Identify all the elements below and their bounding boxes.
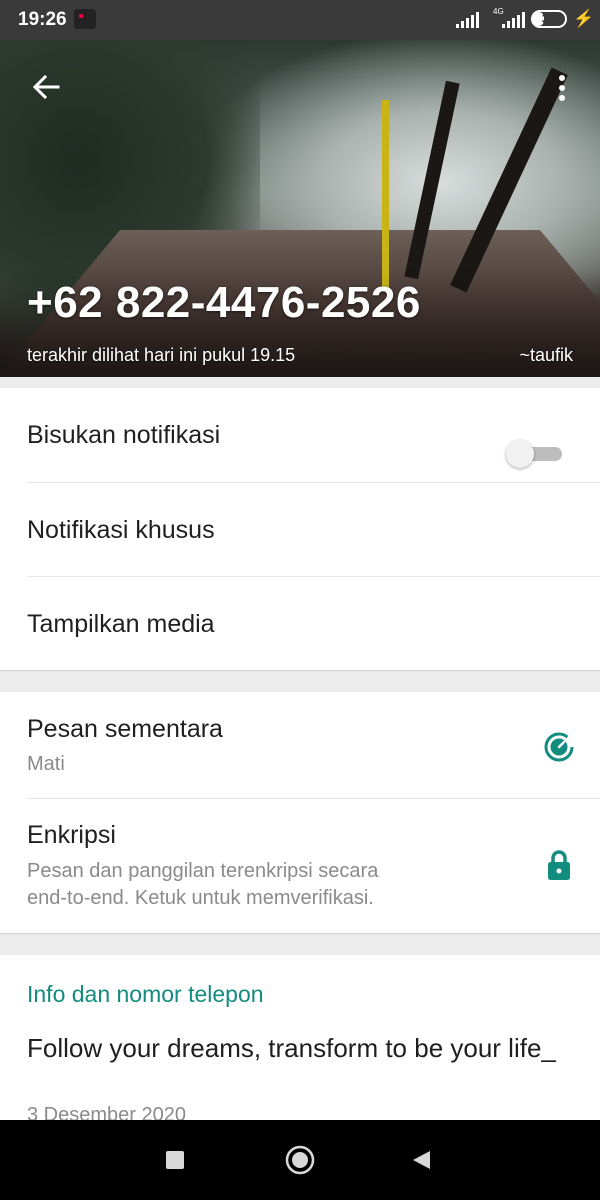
encryption-description-line-2: end-to-end. Ketuk untuk memverifikasi. bbox=[27, 887, 374, 909]
disappearing-messages-label: Pesan sementara bbox=[27, 715, 223, 743]
status-bar: 19:26 4G 35 ⚡ bbox=[0, 0, 600, 40]
battery-level-text: 35 bbox=[541, 11, 557, 26]
push-name: ~taufik bbox=[519, 345, 573, 365]
encryption-label: Enkripsi bbox=[27, 821, 116, 849]
about-section-title: Info dan nomor telepon bbox=[27, 981, 264, 1007]
disappearing-timer-icon bbox=[544, 732, 574, 762]
signal-icon-2 bbox=[502, 12, 525, 28]
more-options-icon[interactable] bbox=[552, 72, 572, 104]
back-arrow-icon[interactable] bbox=[28, 70, 64, 106]
charging-icon: ⚡ bbox=[573, 9, 595, 28]
about-text[interactable]: Follow your dreams, transform to be your… bbox=[27, 1031, 567, 1065]
status-time: 19:26 bbox=[18, 9, 67, 30]
last-seen-text: terakhir dilihat hari ini pukul 19.15 bbox=[27, 345, 296, 365]
mute-notifications-label: Bisukan notifikasi bbox=[27, 421, 221, 449]
encryption-row[interactable]: Enkripsi Pesan dan panggilan terenkripsi… bbox=[0, 799, 600, 933]
mute-toggle-thumb bbox=[506, 440, 534, 468]
signal-icon bbox=[456, 12, 479, 28]
encryption-description-line-1: Pesan dan panggilan terenkripsi secara bbox=[27, 860, 379, 882]
show-media-label: Tampilkan media bbox=[27, 610, 215, 638]
recents-button[interactable] bbox=[166, 1151, 184, 1169]
mute-toggle[interactable] bbox=[506, 433, 562, 473]
photo-lamp-pole bbox=[382, 100, 389, 290]
notification-app-icon bbox=[74, 9, 96, 29]
custom-notifications-label: Notifikasi khusus bbox=[27, 516, 215, 544]
battery-icon: 35 bbox=[531, 10, 567, 28]
back-triangle-icon[interactable] bbox=[410, 1149, 432, 1171]
contact-phone-number: +62 822-4476-2526 bbox=[27, 278, 421, 327]
lock-icon bbox=[548, 850, 570, 880]
custom-notifications-row[interactable]: Notifikasi khusus bbox=[0, 483, 600, 577]
show-media-row[interactable]: Tampilkan media bbox=[0, 577, 600, 670]
home-button[interactable] bbox=[285, 1145, 315, 1175]
disappearing-messages-value: Mati bbox=[27, 753, 65, 775]
disappearing-messages-row[interactable]: Pesan sementara Mati bbox=[0, 692, 600, 798]
